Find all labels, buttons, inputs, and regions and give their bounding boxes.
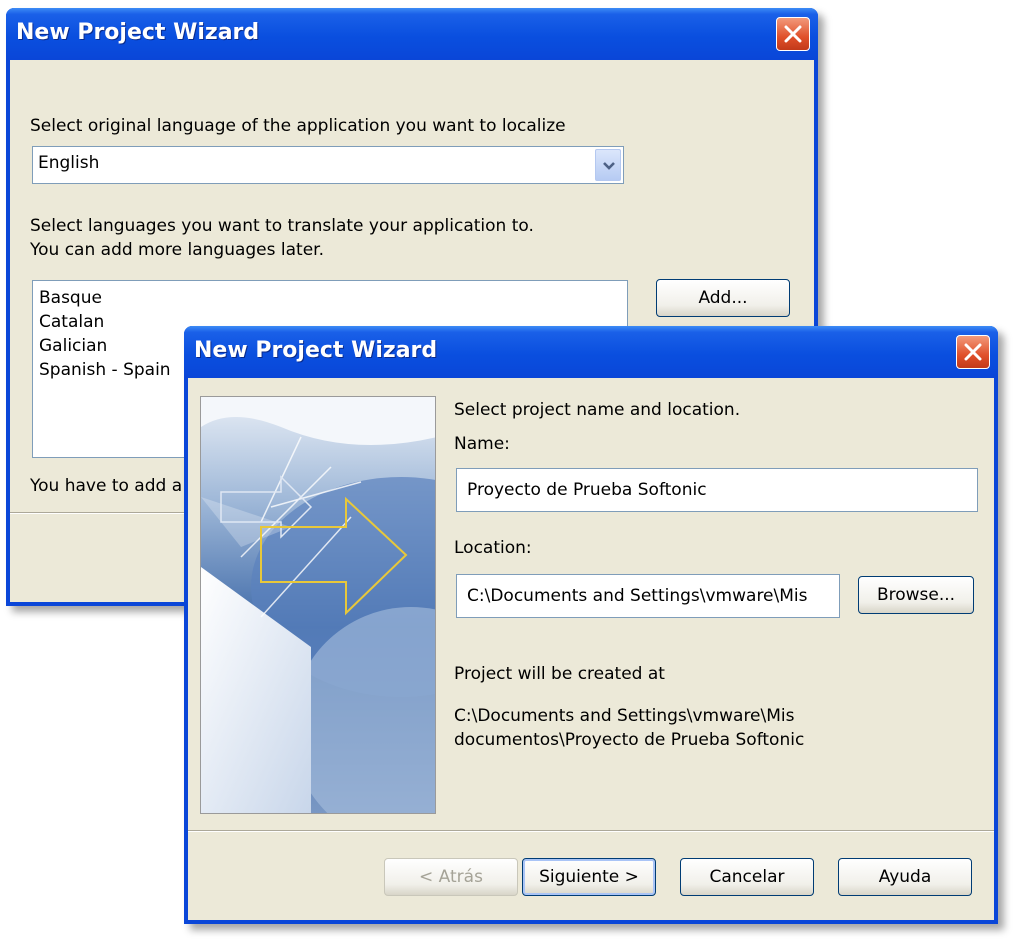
back-title-bar[interactable]: New Project Wizard: [6, 8, 818, 60]
front-separator: [188, 830, 994, 832]
back-window-title: New Project Wizard: [16, 20, 260, 45]
browse-button[interactable]: Browse...: [858, 576, 974, 614]
original-language-value: English: [38, 153, 100, 173]
note-text: You have to add a: [30, 476, 183, 496]
front-wizard-window: New Project Wizard Select project name a…: [184, 326, 998, 924]
list-item[interactable]: Basque: [39, 286, 621, 310]
created-path-line2: documentos\Proyecto de Prueba Softonic: [454, 730, 805, 750]
chevron-down-icon: [603, 162, 615, 170]
help-button[interactable]: Ayuda: [838, 858, 972, 896]
created-path-line1: C:\Documents and Settings\vmware\Mis: [454, 706, 795, 726]
close-icon: [784, 25, 802, 43]
front-title-bar[interactable]: New Project Wizard: [184, 326, 998, 378]
add-language-button[interactable]: Add...: [656, 279, 790, 317]
location-label: Location:: [454, 538, 532, 558]
instruction-text: Select project name and location.: [454, 400, 741, 420]
back-button[interactable]: < Atrás: [384, 858, 518, 896]
front-window-client: Select project name and location. Name: …: [188, 378, 994, 920]
target-languages-label-line1: Select languages you want to translate y…: [30, 216, 534, 236]
wizard-banner-image: [200, 396, 436, 814]
cancel-button[interactable]: Cancelar: [680, 858, 814, 896]
dropdown-button[interactable]: [595, 149, 621, 181]
wizard-arrow-graphic: [201, 397, 435, 813]
back-close-button[interactable]: [776, 17, 810, 51]
close-icon: [964, 343, 982, 361]
front-close-button[interactable]: [956, 335, 990, 369]
original-language-label: Select original language of the applicat…: [30, 116, 566, 136]
name-label: Name:: [454, 434, 510, 454]
location-input[interactable]: C:\Documents and Settings\vmware\Mis: [456, 574, 840, 618]
next-button[interactable]: Siguiente >: [522, 858, 656, 896]
front-window-title: New Project Wizard: [194, 338, 438, 363]
project-name-input[interactable]: Proyecto de Prueba Softonic: [456, 468, 978, 512]
target-languages-label-line2: You can add more languages later.: [30, 240, 324, 260]
created-at-label: Project will be created at: [454, 664, 665, 684]
original-language-select[interactable]: English: [32, 146, 624, 184]
